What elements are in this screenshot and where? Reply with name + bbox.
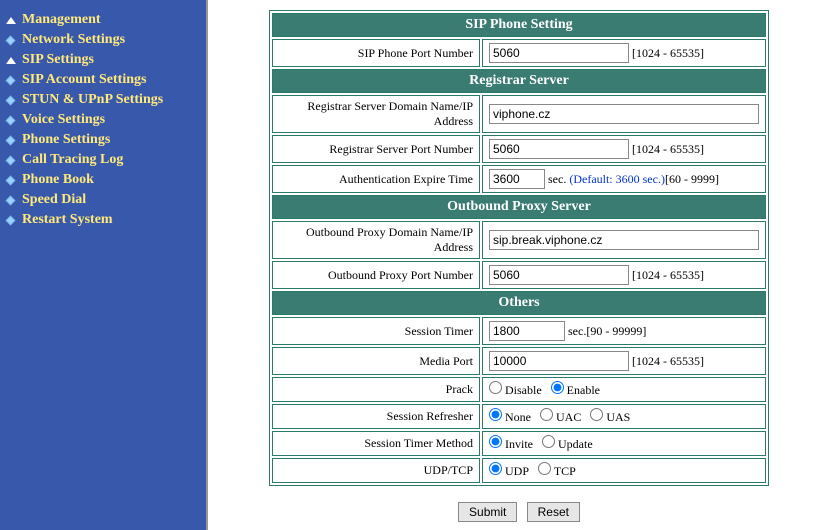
refresher-uas-radio[interactable] <box>590 408 603 421</box>
udptcp-label: UDP/TCP <box>272 458 480 483</box>
sidebar-item-label: SIP Account Settings <box>22 72 146 88</box>
auth-exp-label: Authentication Expire Time <box>272 165 480 193</box>
reg-port-label: Registrar Server Port Number <box>272 135 480 163</box>
timer-method-invite-radio[interactable] <box>489 435 502 448</box>
sidebar-item-label: Phone Book <box>22 172 94 188</box>
sidebar-item-sip-settings[interactable]: SIP Settings <box>6 50 200 70</box>
diamond-icon <box>6 195 16 205</box>
timer-method-label: Session Timer Method <box>272 431 480 456</box>
submit-button[interactable]: Submit <box>458 502 517 522</box>
refresher-none-label: None <box>505 410 531 424</box>
section-header-registrar: Registrar Server <box>272 69 766 93</box>
reg-domain-input[interactable] <box>489 104 759 124</box>
reg-port-hint: [1024 - 65535] <box>632 142 704 156</box>
triangle-up-icon <box>6 57 16 64</box>
udp-label: UDP <box>505 464 529 478</box>
sidebar-item-phone-settings[interactable]: Phone Settings <box>6 130 200 150</box>
sidebar-item-label: Call Tracing Log <box>22 152 123 168</box>
settings-table: SIP Phone Setting SIP Phone Port Number … <box>269 10 769 486</box>
proxy-domain-input[interactable] <box>489 230 759 250</box>
sidebar-item-network-settings[interactable]: Network Settings <box>6 30 200 50</box>
sidebar-item-stun-upnp-settings[interactable]: STUN & UPnP Settings <box>6 90 200 110</box>
sip-port-hint: [1024 - 65535] <box>632 46 704 60</box>
diamond-icon <box>6 115 16 125</box>
main-content: SIP Phone Setting SIP Phone Port Number … <box>208 0 830 530</box>
diamond-icon <box>6 215 16 225</box>
refresher-label: Session Refresher <box>272 404 480 429</box>
udp-radio[interactable] <box>489 462 502 475</box>
sidebar-item-label: Restart System <box>22 212 113 228</box>
sidebar-item-voice-settings[interactable]: Voice Settings <box>6 110 200 130</box>
sidebar-item-label: Speed Dial <box>22 192 86 208</box>
proxy-port-label: Outbound Proxy Port Number <box>272 261 480 289</box>
sidebar-item-label: Management <box>22 12 101 28</box>
reg-domain-label: Registrar Server Domain Name/IP Address <box>272 95 480 133</box>
media-port-label: Media Port <box>272 347 480 375</box>
sidebar-item-label: Voice Settings <box>22 112 105 128</box>
sidebar-item-label: STUN & UPnP Settings <box>22 92 163 108</box>
media-port-hint: [1024 - 65535] <box>632 354 704 368</box>
sidebar-item-management[interactable]: Management <box>6 10 200 30</box>
timer-method-update-label: Update <box>558 437 593 451</box>
auth-exp-default: (Default: 3600 sec.) <box>569 172 665 186</box>
session-timer-label: Session Timer <box>272 317 480 345</box>
section-header-sip: SIP Phone Setting <box>272 13 766 37</box>
prack-label: Prack <box>272 377 480 402</box>
reg-port-input[interactable] <box>489 139 629 159</box>
sidebar: Management Network Settings SIP Settings… <box>0 0 208 530</box>
timer-method-invite-label: Invite <box>505 437 533 451</box>
sidebar-item-call-tracing-log[interactable]: Call Tracing Log <box>6 150 200 170</box>
sidebar-item-label: Network Settings <box>22 32 125 48</box>
diamond-icon <box>6 95 16 105</box>
refresher-none-radio[interactable] <box>489 408 502 421</box>
prack-disable-label: Disable <box>505 383 542 397</box>
auth-exp-range: [60 - 9999] <box>665 172 719 186</box>
sidebar-item-sip-account-settings[interactable]: SIP Account Settings <box>6 70 200 90</box>
proxy-port-input[interactable] <box>489 265 629 285</box>
tcp-label: TCP <box>554 464 576 478</box>
prack-enable-radio[interactable] <box>551 381 564 394</box>
proxy-domain-label: Outbound Proxy Domain Name/IP Address <box>272 221 480 259</box>
proxy-port-hint: [1024 - 65535] <box>632 268 704 282</box>
diamond-icon <box>6 75 16 85</box>
refresher-uac-radio[interactable] <box>540 408 553 421</box>
refresher-uac-label: UAC <box>556 410 581 424</box>
sidebar-item-speed-dial[interactable]: Speed Dial <box>6 190 200 210</box>
section-header-others: Others <box>272 291 766 315</box>
prack-disable-radio[interactable] <box>489 381 502 394</box>
sip-port-input[interactable] <box>489 43 629 63</box>
tcp-radio[interactable] <box>538 462 551 475</box>
sip-port-label: SIP Phone Port Number <box>272 39 480 67</box>
diamond-icon <box>6 155 16 165</box>
session-timer-hint: sec.[90 - 99999] <box>568 324 646 338</box>
session-timer-input[interactable] <box>489 321 565 341</box>
media-port-input[interactable] <box>489 351 629 371</box>
sidebar-item-phone-book[interactable]: Phone Book <box>6 170 200 190</box>
auth-exp-sec: sec. <box>548 172 566 186</box>
reset-button[interactable]: Reset <box>527 502 580 522</box>
timer-method-update-radio[interactable] <box>542 435 555 448</box>
sidebar-item-restart-system[interactable]: Restart System <box>6 210 200 230</box>
diamond-icon <box>6 175 16 185</box>
section-header-proxy: Outbound Proxy Server <box>272 195 766 219</box>
triangle-up-icon <box>6 17 16 24</box>
sidebar-item-label: Phone Settings <box>22 132 110 148</box>
prack-enable-label: Enable <box>567 383 600 397</box>
refresher-uas-label: UAS <box>606 410 630 424</box>
sidebar-item-label: SIP Settings <box>22 52 94 68</box>
diamond-icon <box>6 135 16 145</box>
auth-exp-input[interactable] <box>489 169 545 189</box>
diamond-icon <box>6 35 16 45</box>
